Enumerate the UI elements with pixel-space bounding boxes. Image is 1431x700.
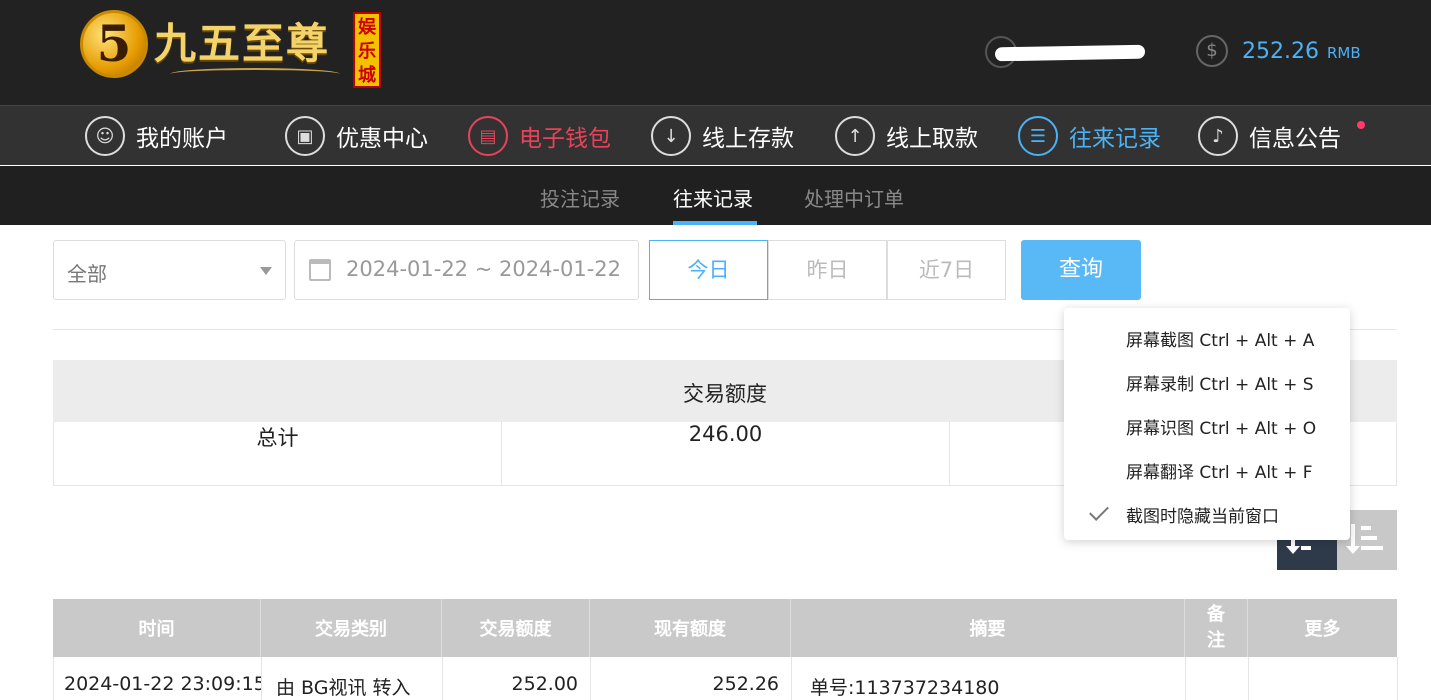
yesterday-button[interactable]: 昨日: [768, 240, 887, 300]
col-amount: 交易额度: [442, 599, 590, 657]
sort-ascending-icon: [1346, 524, 1385, 556]
menu-item-screen-ocr[interactable]: 屏幕识图 Ctrl + Alt + O: [1126, 414, 1316, 439]
last-7-days-button[interactable]: 近7日: [887, 240, 1006, 300]
menu-item-screen-record[interactable]: 屏幕录制 Ctrl + Alt + S: [1126, 370, 1314, 395]
checkmark-icon: [1089, 501, 1109, 521]
summary-total-label: 总计: [54, 422, 502, 485]
col-type: 交易类别: [261, 599, 442, 657]
nav-item-account[interactable]: ☺ 我的账户: [85, 106, 228, 166]
top-header: 5 九五至尊 娱乐城 $ 252.26 RMB: [0, 0, 1431, 105]
query-button[interactable]: 查询: [1021, 240, 1141, 300]
balance-currency: RMB: [1326, 44, 1361, 62]
records-table: 时间 交易类别 交易额度 现有额度 摘要 备注 更多 2024-01-22 23…: [53, 599, 1398, 700]
cell-more[interactable]: [1249, 657, 1398, 700]
gift-icon: ▣: [285, 116, 325, 156]
cell-remark: [1186, 657, 1249, 700]
table-row[interactable]: 2024-01-22 23:09:15 由 BG视讯 转入 252.00 252…: [53, 657, 1398, 700]
deposit-icon: ↓: [651, 116, 691, 156]
active-tab-indicator: [673, 221, 757, 225]
sub-nav: 投注记录 往来记录 处理中订单: [0, 166, 1431, 225]
logo-ornament: [170, 68, 340, 80]
balance-amount: 252.26: [1242, 38, 1319, 64]
balance-display: $ 252.26 RMB: [1196, 34, 1361, 68]
screenshot-context-menu: 屏幕截图 Ctrl + Alt + A 屏幕录制 Ctrl + Alt + S …: [1064, 308, 1350, 540]
summary-trade-amount: 246.00: [502, 422, 950, 485]
user-icon: ☺: [85, 116, 125, 156]
logo-emblem-icon: 5: [80, 10, 148, 78]
menu-item-hide-window[interactable]: 截图时隐藏当前窗口: [1126, 502, 1279, 527]
date-range-input[interactable]: 2024-01-22 ~ 2024-01-22: [294, 240, 639, 300]
type-select[interactable]: 全部: [53, 240, 286, 300]
tab-transaction-records[interactable]: 往来记录: [673, 183, 753, 212]
cell-summary: 单号:113737234180: [792, 657, 1186, 700]
user-account[interactable]: [985, 36, 1146, 68]
table-header: 时间 交易类别 交易额度 现有额度 摘要 备注 更多: [53, 599, 1397, 657]
nav-label: 往来记录: [1069, 126, 1161, 152]
filter-bar: 全部 2024-01-22 ~ 2024-01-22 今日 昨日 近7日 查询: [0, 240, 1431, 300]
notification-dot: [1357, 121, 1365, 129]
nav-label: 线上取款: [886, 126, 978, 152]
nav-item-withdraw[interactable]: ↑ 线上取款: [835, 106, 978, 166]
date-range-value: 2024-01-22 ~ 2024-01-22: [346, 257, 622, 281]
nav-label: 优惠中心: [336, 126, 428, 152]
records-icon: ☰: [1018, 116, 1058, 156]
logo-text: 九五至尊: [154, 19, 331, 68]
caret-down-icon: [260, 267, 272, 275]
logo-badge: 娱乐城: [353, 12, 381, 88]
main-nav: ☺ 我的账户 ▣ 优惠中心 ▤ 电子钱包 ↓ 线上存款 ↑ 线上取款 ☰ 往来记…: [0, 105, 1431, 165]
dollar-coin-icon: $: [1196, 35, 1228, 67]
cell-balance: 252.26: [591, 657, 792, 700]
col-time: 时间: [53, 599, 261, 657]
col-balance: 现有额度: [590, 599, 791, 657]
menu-item-screen-translate[interactable]: 屏幕翻译 Ctrl + Alt + F: [1126, 458, 1313, 483]
summary-header-trade: 交易额度: [683, 382, 767, 406]
bell-icon: ♪: [1198, 116, 1238, 156]
nav-label: 线上存款: [702, 126, 794, 152]
cell-type: 由 BG视讯 转入: [262, 657, 443, 700]
col-more: 更多: [1304, 619, 1341, 640]
nav-item-wallet[interactable]: ▤ 电子钱包: [468, 106, 611, 166]
nav-item-deposit[interactable]: ↓ 线上存款: [651, 106, 794, 166]
cell-amount: 252.00: [443, 657, 591, 700]
nav-label: 信息公告: [1249, 126, 1341, 152]
nav-item-records[interactable]: ☰ 往来记录: [1018, 106, 1161, 166]
site-logo[interactable]: 5 九五至尊 娱乐城: [80, 8, 400, 90]
wallet-icon: ▤: [468, 116, 508, 156]
menu-item-screenshot[interactable]: 屏幕截图 Ctrl + Alt + A: [1126, 326, 1314, 351]
calendar-icon: [309, 259, 331, 281]
nav-label: 我的账户: [136, 126, 228, 152]
col-remark: 备注: [1185, 599, 1248, 657]
username-redacted: [994, 44, 1146, 62]
cell-time: 2024-01-22 23:09:15: [54, 657, 262, 700]
tab-pending-orders[interactable]: 处理中订单: [804, 183, 904, 212]
tab-bet-records[interactable]: 投注记录: [540, 183, 620, 212]
nav-label: 电子钱包: [519, 126, 611, 152]
today-button[interactable]: 今日: [649, 240, 768, 300]
withdraw-icon: ↑: [835, 116, 875, 156]
nav-item-promotions[interactable]: ▣ 优惠中心: [285, 106, 428, 166]
type-select-value: 全部: [67, 262, 107, 286]
nav-item-announcements[interactable]: ♪ 信息公告: [1198, 106, 1341, 166]
col-summary: 摘要: [791, 599, 1185, 657]
